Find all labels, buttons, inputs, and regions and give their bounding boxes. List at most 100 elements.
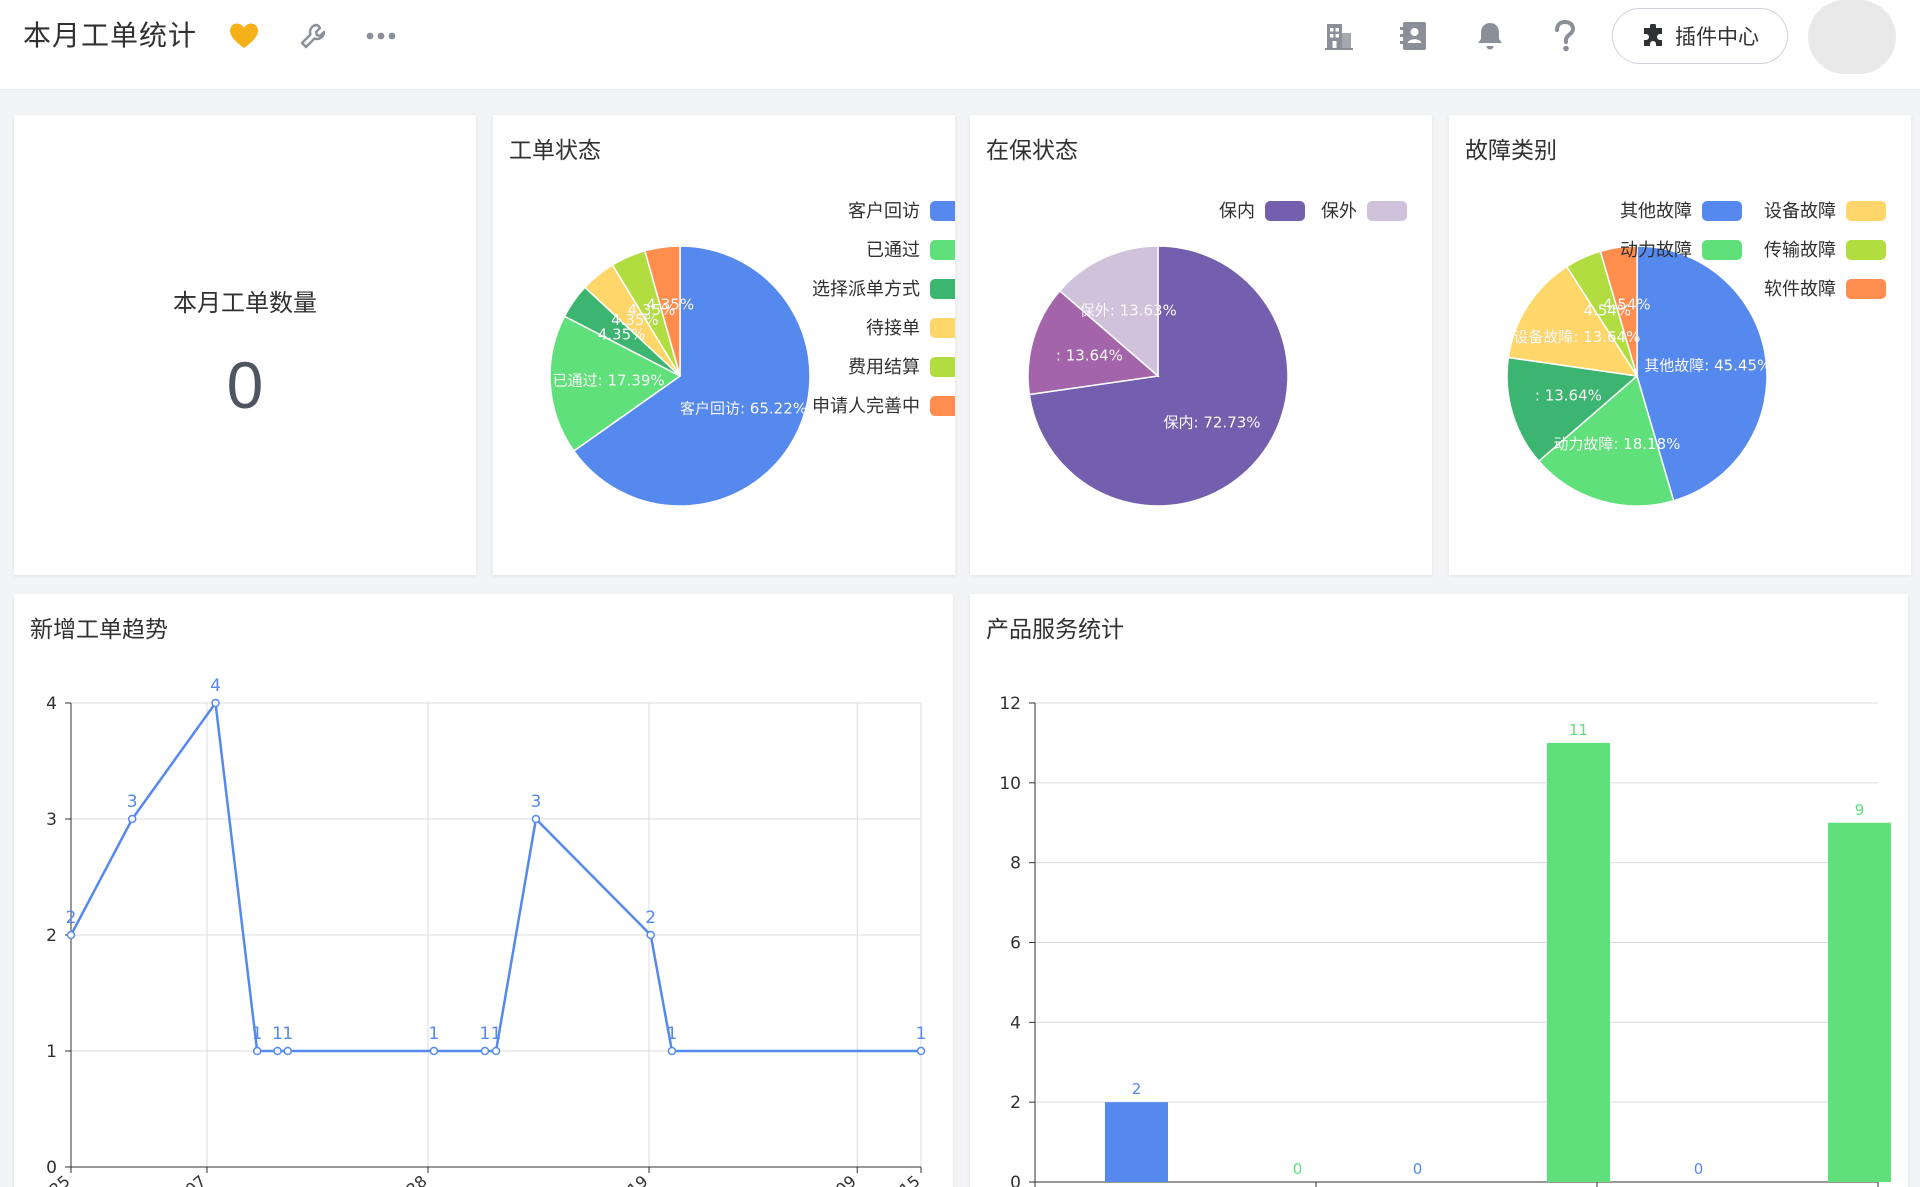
pie-label: 已通过: 17.39% xyxy=(553,371,665,389)
legend-swatch[interactable] xyxy=(1846,201,1886,221)
product-bar-chart: 0 2 4 6 8 10 12 2 0 0 11 0 9 xyxy=(999,694,1891,1187)
legend-label: 其他故障 xyxy=(1620,201,1692,222)
legend-swatch[interactable] xyxy=(930,240,955,260)
pie-label: 设备故障: 13.64% xyxy=(1513,328,1640,346)
y-tick-label: 6 xyxy=(1010,934,1021,954)
legend-label: 保外 xyxy=(1321,201,1357,222)
bar-label: 0 xyxy=(1694,1160,1704,1178)
data-point[interactable] xyxy=(127,814,137,824)
y-tick-label: 3 xyxy=(46,810,57,830)
data-point[interactable] xyxy=(480,1046,490,1056)
legend-label: 传输故障 xyxy=(1764,240,1836,261)
y-tick-label: 0 xyxy=(46,1158,57,1178)
bar-label: 0 xyxy=(1413,1160,1423,1178)
pie-label: 保外: 13.63% xyxy=(1080,301,1177,319)
legend-swatch[interactable] xyxy=(930,318,955,338)
bar[interactable] xyxy=(1547,742,1610,1182)
data-label: 2 xyxy=(645,908,656,928)
x-tick-label: 09 xyxy=(832,1172,860,1187)
data-point[interactable] xyxy=(491,1046,501,1056)
top-header: 本月工单统计 插件中心 xyxy=(0,0,1920,90)
heart-icon[interactable] xyxy=(224,16,264,56)
data-point[interactable] xyxy=(252,1046,262,1056)
legend-swatch[interactable] xyxy=(1846,279,1886,299)
legend-swatch[interactable] xyxy=(1702,201,1742,221)
legend-label: 保内 xyxy=(1219,201,1255,222)
legend-swatch[interactable] xyxy=(1702,240,1742,260)
legend-swatch[interactable] xyxy=(1846,240,1886,260)
pie-label: 4.54% xyxy=(1603,296,1651,314)
legend-swatch[interactable] xyxy=(1367,201,1407,221)
x-tick-label: 28 xyxy=(403,1172,431,1187)
data-label: 3 xyxy=(531,792,542,812)
kpi-label: 本月工单数量 xyxy=(173,289,317,317)
bar[interactable] xyxy=(1105,1102,1168,1182)
y-tick-label: 10 xyxy=(999,774,1021,794)
legend-label: 选择派单方式 xyxy=(812,279,920,300)
help-icon[interactable] xyxy=(1545,16,1585,56)
pie-label: 4.35% xyxy=(646,296,694,314)
more-icon[interactable] xyxy=(361,16,401,56)
pie-label: : 13.64% xyxy=(1056,346,1123,364)
legend-label: 费用结算 xyxy=(848,357,920,378)
status-pie-chart: 客户回访: 65.22%已通过: 17.39%4.35%4.35%4.35%4.… xyxy=(549,201,955,507)
warranty-card: 在保状态 保内: 72.73%: 13.64% 保外: 13.63% 保内 保外 xyxy=(970,115,1432,575)
data-label: 1 xyxy=(916,1024,927,1044)
data-point[interactable] xyxy=(667,1046,677,1056)
x-tick-label: 19 xyxy=(624,1172,652,1187)
fault-card: 故障类别 其他故障: 45.45% 动力故障: 18.18%: 13.64% 设备故… xyxy=(1449,115,1911,575)
data-label: 2 xyxy=(66,908,77,928)
pie-label: 其他故障: 45.45% xyxy=(1644,356,1771,374)
building-icon[interactable] xyxy=(1319,16,1359,56)
legend-swatch[interactable] xyxy=(930,279,955,299)
bell-icon[interactable] xyxy=(1470,16,1510,56)
legend-label: 待接单 xyxy=(866,318,920,339)
legend-swatch[interactable] xyxy=(930,357,955,377)
legend-swatch[interactable] xyxy=(1265,201,1305,221)
data-label: 3 xyxy=(127,792,138,812)
status-card: 工单状态 客户回访: 65.22% 已通过: 17.39% 4.35% 4.35% 4.… xyxy=(493,115,955,575)
puzzle-icon xyxy=(1641,24,1665,48)
data-point[interactable] xyxy=(273,1046,282,1056)
pie-label: : 13.64% xyxy=(1535,387,1602,405)
y-tick-label: 12 xyxy=(999,694,1021,714)
avatar[interactable] xyxy=(1808,0,1896,74)
wrench-icon[interactable] xyxy=(293,16,333,56)
legend-label: 设备故障 xyxy=(1764,201,1836,222)
y-tick-label: 2 xyxy=(1010,1093,1021,1113)
legend-label: 客户回访 xyxy=(848,201,920,222)
x-tick-label: 15 xyxy=(896,1172,924,1187)
legend-label: 申请人完善中 xyxy=(812,396,920,417)
data-label: 1 xyxy=(272,1024,283,1044)
data-label: 1 xyxy=(480,1024,491,1044)
kpi-card: 本月工单数量 0 xyxy=(14,115,476,575)
pie-label: 客户回访: 65.22% xyxy=(680,399,807,417)
data-point[interactable] xyxy=(66,930,76,940)
bar-label: 9 xyxy=(1855,801,1865,819)
data-label: 4 xyxy=(210,676,221,696)
legend-swatch[interactable] xyxy=(930,201,955,221)
bar-label: 0 xyxy=(1293,1160,1303,1178)
data-label: 1 xyxy=(491,1024,502,1044)
legend-label: 动力故障 xyxy=(1620,240,1692,261)
data-label: 1 xyxy=(667,1024,678,1044)
data-point[interactable] xyxy=(916,1046,926,1056)
data-point[interactable] xyxy=(211,698,220,708)
legend-swatch[interactable] xyxy=(930,396,955,416)
data-label: 1 xyxy=(282,1024,293,1044)
contact-card-icon[interactable] xyxy=(1394,16,1434,56)
data-point[interactable] xyxy=(429,1046,439,1056)
bar-label: 2 xyxy=(1132,1080,1142,1098)
y-tick-label: 4 xyxy=(46,694,57,714)
data-point[interactable] xyxy=(283,1046,292,1056)
legend-label: 软件故障 xyxy=(1764,279,1836,300)
fault-pie-chart: 其他故障: 45.45% 动力故障: 18.18%: 13.64% 设备故障: 13… xyxy=(1506,201,1886,507)
data-label: 1 xyxy=(252,1024,263,1044)
trend-card: 新增工单趋势 0 1 2 3 4 25 07 28 19 09 15 2 3 4 1 1 1 1 1 1 3 2 1 1 xyxy=(14,594,953,1187)
page-title: 本月工单统计 xyxy=(23,19,198,52)
bar[interactable] xyxy=(1828,822,1891,1182)
plugin-center-button[interactable]: 插件中心 xyxy=(1612,8,1788,64)
data-point[interactable] xyxy=(531,814,541,824)
data-point[interactable] xyxy=(646,930,655,940)
legend-label: 已通过 xyxy=(866,240,920,261)
